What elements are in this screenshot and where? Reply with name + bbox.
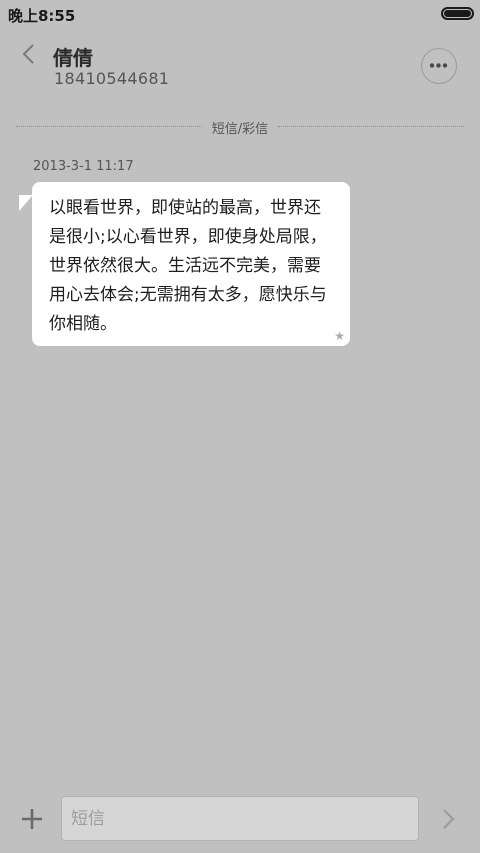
divider-label: 短信/彩信 [211,122,269,137]
sms-input[interactable] [62,797,418,840]
sms-input-box[interactable] [61,796,419,841]
more-options-button[interactable] [421,48,457,84]
plus-icon [22,809,42,829]
battery-level [444,10,471,17]
message-type-divider: 短信/彩信 [16,118,464,137]
status-time: 晚上8:55 [8,7,76,25]
chevron-left-icon [22,44,34,64]
back-button[interactable] [14,40,44,70]
battery-icon [441,7,474,20]
chevron-right-icon [443,809,455,829]
ellipsis-icon [429,63,448,68]
contact-name: 倩倩 [53,46,93,70]
contact-phone-number: 18410544681 [54,69,170,88]
bubble-tail [19,195,33,211]
message-bubble[interactable]: 以眼看世界，即使站的最高，世界还是很小;以心看世界，即使身处局限，世界依然很大。… [32,182,350,346]
message-text: 以眼看世界，即使站的最高，世界还是很小;以心看世界，即使身处局限，世界依然很大。… [49,198,327,334]
send-button[interactable] [437,806,461,832]
message-timestamp: 2013-3-1 11:17 [33,159,134,174]
status-bar: 晚上8:55 [0,0,480,28]
divider-line-right [278,126,464,127]
add-attachment-button[interactable] [19,806,45,832]
conversation-screen: 晚上8:55 倩倩 18410544681 短信/彩信 2013-3-1 11:… [0,0,480,853]
star-icon: ★ [334,329,345,343]
